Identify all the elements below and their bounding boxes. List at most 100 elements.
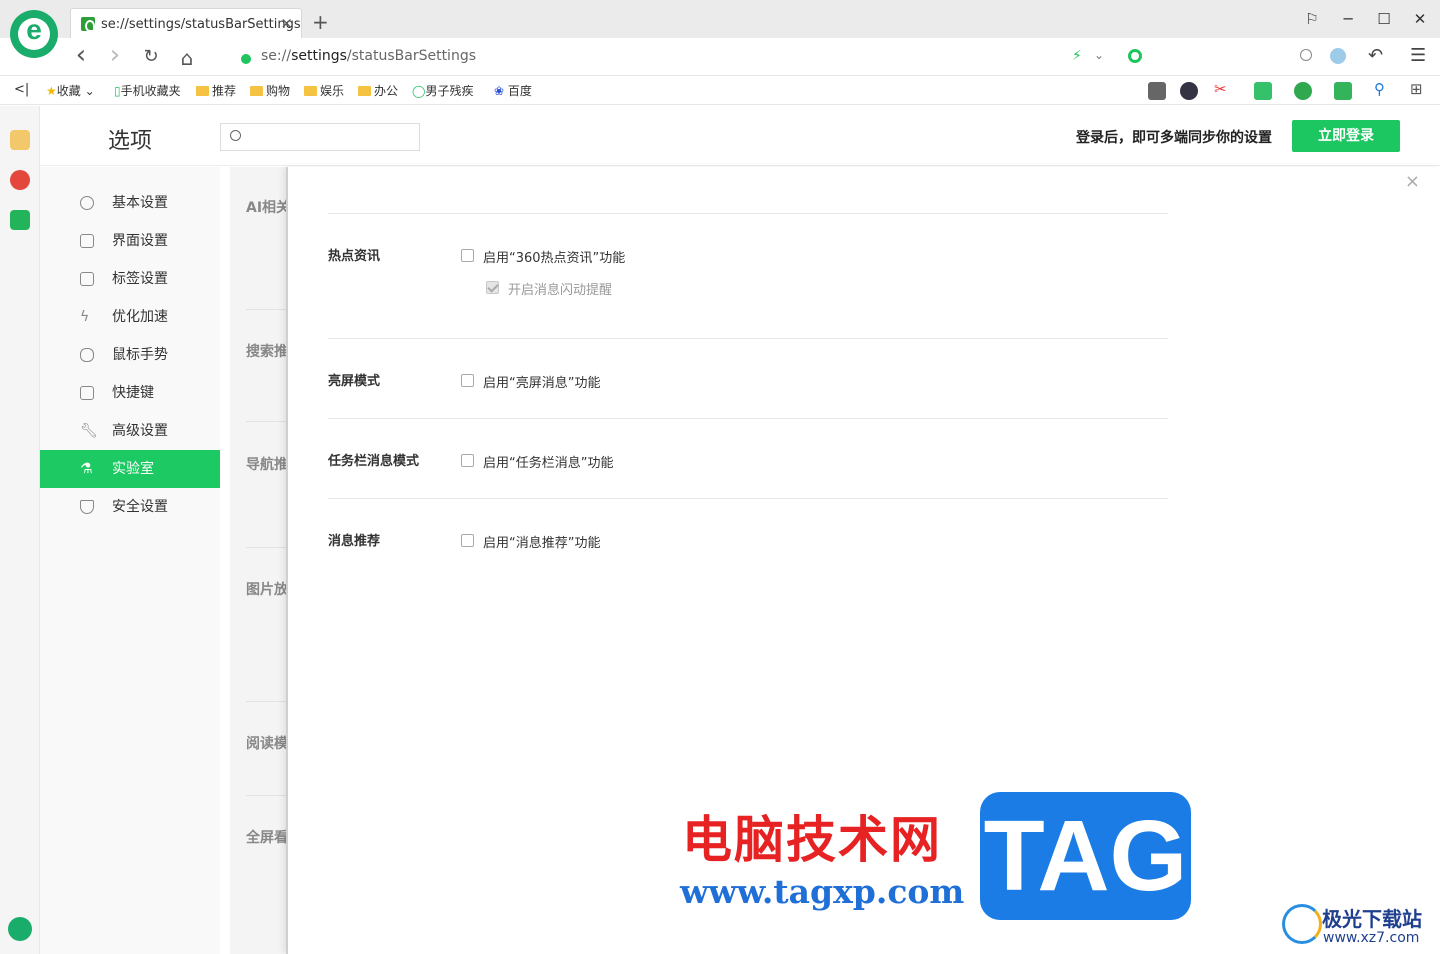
recommend-checkbox[interactable] <box>461 534 474 547</box>
sidebar-item-advanced[interactable]: 🔧︎ 高级设置 <box>40 412 220 450</box>
undo-icon[interactable]: ↶ <box>1368 45 1383 66</box>
section-ai: AI相关 <box>246 200 286 216</box>
cursor-icon[interactable] <box>1180 82 1198 100</box>
yuan-icon[interactable] <box>1294 82 1312 100</box>
reload-button[interactable]: ↻ <box>140 46 162 67</box>
divider <box>246 309 286 310</box>
bookmark-baidu[interactable]: ❀ 百度 <box>494 82 532 99</box>
folder-icon <box>304 86 317 96</box>
bookmark-360[interactable]: ◯男子残疾 <box>412 82 473 99</box>
xz-logo-icon <box>1282 904 1322 944</box>
login-button[interactable]: 立即登录 <box>1292 120 1400 152</box>
divider <box>246 421 286 422</box>
divider <box>328 338 1168 339</box>
close-window-button[interactable]: ✕ <box>1410 10 1430 28</box>
recommend-option-label[interactable]: 启用“消息推荐”功能 <box>483 532 600 551</box>
bookmark-folder-entertainment[interactable]: 娱乐 <box>304 82 344 99</box>
sidebar-item-basic[interactable]: 基本设置 <box>40 184 220 222</box>
divider <box>246 701 286 702</box>
bookmarks-bar: <| ★收藏 ⌄ ▯手机收藏夹 推荐 购物 娱乐 办公 ◯男子残疾 ❀ 百度 ✂… <box>0 77 1440 105</box>
folder-icon <box>358 86 371 96</box>
bookmark-folder-shopping[interactable]: 购物 <box>250 82 290 99</box>
taskbar-option-label[interactable]: 启用“任务栏消息”功能 <box>483 452 613 471</box>
tab-settings[interactable]: se://settings/statusBarSettings × <box>70 8 302 38</box>
window-icon <box>80 234 94 248</box>
sidebar-item-shortcuts[interactable]: 快捷键 <box>40 374 220 412</box>
chevron-down-icon[interactable]: ⌄ <box>1094 48 1104 62</box>
address-bar-row: ‹ › ↻ ⌂ se://settings/statusBarSettings … <box>0 38 1440 76</box>
home-button[interactable]: ⌂ <box>176 46 198 70</box>
reader-icon[interactable] <box>1148 82 1166 100</box>
sidebar-item-lab[interactable]: ⚗ 实验室 <box>40 450 220 488</box>
search-icon[interactable] <box>1300 49 1312 61</box>
divider <box>246 795 286 796</box>
flash-reminder-checkbox <box>486 281 499 294</box>
url-field[interactable]: se://settings/statusBarSettings <box>261 48 476 64</box>
scissors-icon[interactable]: ✂ <box>1214 80 1227 98</box>
title-bar: se://settings/statusBarSettings × + ⚐ ─ … <box>0 0 1440 38</box>
tab-close-icon[interactable]: × <box>280 14 293 32</box>
favorites-star-icon[interactable] <box>10 130 30 150</box>
browser-logo-icon[interactable]: e <box>10 10 58 58</box>
close-panel-icon[interactable]: × <box>1405 171 1420 192</box>
bookmark-folder-office[interactable]: 办公 <box>358 82 398 99</box>
new-tab-button[interactable]: + <box>312 12 329 32</box>
secure-icon <box>241 54 251 64</box>
mail-icon[interactable] <box>10 210 30 230</box>
folder-icon <box>196 86 209 96</box>
skin-icon[interactable]: ⚐ <box>1302 10 1322 28</box>
taskbar-checkbox[interactable] <box>461 454 474 467</box>
phone-icon: ▯ <box>114 84 121 98</box>
section-image: 图片放 <box>246 582 286 598</box>
back-button[interactable]: ‹ <box>70 40 92 70</box>
section-fullscreen: 全屏看 <box>246 830 286 846</box>
magnifier-icon[interactable]: ⚲ <box>1374 80 1385 98</box>
translate-icon[interactable] <box>1254 82 1272 100</box>
sidebar-item-security[interactable]: 安全设置 <box>40 488 220 526</box>
apps-grid-icon[interactable]: ⊞ <box>1410 80 1423 98</box>
hotnews-checkbox[interactable] <box>461 249 474 262</box>
forward-button[interactable]: › <box>104 40 126 70</box>
bookmark-folder-recommend[interactable]: 推荐 <box>196 82 236 99</box>
brightscreen-option-label[interactable]: 启用“亮屏消息”功能 <box>483 372 600 391</box>
baidu-icon: ❀ <box>494 84 505 98</box>
360-icon: ◯ <box>412 84 426 98</box>
lab-section-list: AI相关 搜索推 导航推 图片放 阅读模 全屏看 <box>230 167 286 954</box>
brightscreen-checkbox[interactable] <box>461 374 474 387</box>
search-icon <box>230 130 241 141</box>
wrench-favicon-icon <box>81 17 95 32</box>
sidebar-item-optimize[interactable]: ϟ 优化加速 <box>40 298 220 336</box>
bookmark-mobile[interactable]: ▯手机收藏夹 <box>114 82 181 99</box>
hotnews-option-label[interactable]: 启用“360热点资讯”功能 <box>483 247 625 266</box>
divider <box>328 498 1168 499</box>
maximize-button[interactable]: ☐ <box>1374 10 1394 28</box>
section-nav: 导航推 <box>246 457 286 473</box>
sidebar-item-interface[interactable]: 界面设置 <box>40 222 220 260</box>
tab-title: se://settings/statusBarSettings <box>101 17 301 32</box>
sidebar-item-mouse[interactable]: 鼠标手势 <box>40 336 220 374</box>
settings-search-input[interactable] <box>220 123 420 151</box>
watermark-xz-url: www.xz7.com <box>1323 930 1420 946</box>
section-title-hotnews: 热点资讯 <box>328 249 381 264</box>
360-search-icon[interactable] <box>1128 49 1142 63</box>
menu-icon[interactable]: ☰ <box>1410 45 1426 66</box>
browser-ext-icon[interactable] <box>1330 48 1346 64</box>
star-icon: ★ <box>46 84 57 98</box>
minimize-button[interactable]: ─ <box>1338 10 1358 28</box>
settings-header: 选项 登录后，即可多端同步你的设置 立即登录 <box>40 106 1440 166</box>
section-search: 搜索推 <box>246 344 286 360</box>
collapse-sidebar-icon[interactable]: <| <box>14 82 29 97</box>
divider <box>328 418 1168 419</box>
watermark-url: www.tagxp.com <box>680 872 965 911</box>
weibo-icon[interactable] <box>10 170 30 190</box>
settings-sidebar: 基本设置 界面设置 标签设置 ϟ 优化加速 鼠标手势 快捷键 🔧︎ 高级设置 ⚗ 实验… <box>40 167 220 954</box>
sidebar-item-tabs[interactable]: 标签设置 <box>40 260 220 298</box>
bookmark-collect[interactable]: ★收藏 ⌄ <box>46 82 95 99</box>
mouse-icon <box>80 348 94 362</box>
folder-icon <box>250 86 263 96</box>
lightning-icon[interactable]: ⚡ <box>1072 48 1082 64</box>
wrench-icon: 🔧︎ <box>80 423 98 439</box>
game-icon[interactable] <box>1334 82 1352 100</box>
add-sidebar-icon[interactable] <box>8 917 32 941</box>
gear-icon <box>80 196 94 210</box>
